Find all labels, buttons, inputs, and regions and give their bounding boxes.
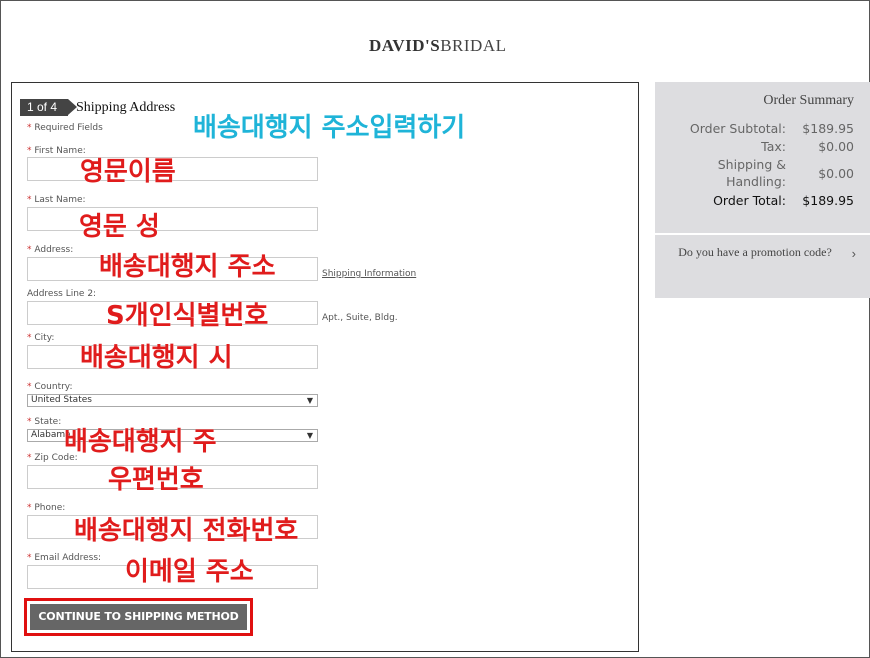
shipping-information-link[interactable]: Shipping Information bbox=[322, 269, 416, 279]
city-label-text: City: bbox=[34, 333, 55, 343]
shipping-label-line2: Handling: bbox=[726, 174, 786, 189]
annotation-address2: S개인식별번호 bbox=[106, 301, 269, 331]
order-summary-panel: Order Summary Order Subtotal: $189.95 Ta… bbox=[655, 82, 870, 298]
email-label-text: Email Address: bbox=[34, 553, 102, 563]
first-name-label-text: First Name: bbox=[34, 146, 86, 156]
required-note: * Required Fields bbox=[27, 123, 103, 133]
country-label: * Country: bbox=[27, 382, 73, 392]
annotation-title: 배송대행지 주소입력하기 bbox=[193, 113, 466, 143]
country-select[interactable]: United States ▼ bbox=[27, 394, 318, 407]
annotation-first-name: 영문이름 bbox=[80, 157, 176, 187]
order-summary-title: Order Summary bbox=[763, 93, 854, 108]
required-marker: * bbox=[27, 245, 32, 255]
continue-to-shipping-method-button[interactable]: CONTINUE TO SHIPPING METHOD bbox=[30, 604, 247, 630]
required-marker: * bbox=[27, 417, 32, 427]
annotation-zip: 우편번호 bbox=[108, 465, 204, 495]
last-name-label: * Last Name: bbox=[27, 195, 86, 205]
annotation-address: 배송대행지 주소 bbox=[99, 252, 276, 282]
annotation-state: 배송대행지 주 bbox=[64, 427, 217, 457]
cta-highlight-box: CONTINUE TO SHIPPING METHOD bbox=[24, 598, 253, 636]
state-label-text: State: bbox=[34, 417, 62, 427]
required-marker: * bbox=[27, 503, 32, 513]
required-marker: * bbox=[27, 123, 32, 133]
annotation-email: 이메일 주소 bbox=[125, 557, 254, 587]
shipping-label-line1: Shipping & bbox=[717, 157, 786, 172]
step-indicator: 1 of 4 bbox=[20, 99, 77, 116]
address-line2-hint: Apt., Suite, Bldg. bbox=[322, 313, 398, 323]
promo-code-link[interactable]: Do you have a promotion code? bbox=[675, 244, 835, 261]
last-name-label-text: Last Name: bbox=[34, 195, 86, 205]
summary-divider bbox=[655, 233, 870, 235]
annotation-city: 배송대행지 시 bbox=[80, 343, 233, 373]
shipping-value: $0.00 bbox=[818, 166, 854, 181]
required-marker: * bbox=[27, 195, 32, 205]
total-value: $189.95 bbox=[802, 193, 854, 208]
subtotal-label: Order Subtotal: bbox=[689, 121, 786, 136]
last-name-input[interactable] bbox=[27, 207, 318, 231]
required-marker: * bbox=[27, 553, 32, 563]
state-label: * State: bbox=[27, 417, 61, 427]
city-label: * City: bbox=[27, 333, 54, 343]
phone-label: * Phone: bbox=[27, 503, 65, 513]
annotation-last-name: 영문 성 bbox=[79, 212, 160, 242]
first-name-label: * First Name: bbox=[27, 146, 86, 156]
email-label: * Email Address: bbox=[27, 553, 101, 563]
required-marker: * bbox=[27, 453, 32, 463]
chevron-right-icon[interactable]: › bbox=[852, 246, 856, 261]
logo-light-text: BRIDAL bbox=[440, 36, 507, 55]
tax-label: Tax: bbox=[761, 139, 786, 154]
country-label-text: Country: bbox=[34, 382, 73, 392]
shipping-label: Shipping & Handling: bbox=[718, 156, 786, 190]
address-line2-label: Address Line 2: bbox=[27, 289, 97, 299]
annotation-phone: 배송대행지 전화번호 bbox=[74, 516, 299, 546]
required-note-text: Required Fields bbox=[34, 123, 103, 133]
required-marker: * bbox=[27, 146, 32, 156]
country-select-value: United States bbox=[31, 395, 92, 405]
dropdown-arrow-icon: ▼ bbox=[306, 396, 313, 405]
required-marker: * bbox=[27, 333, 32, 343]
total-label: Order Total: bbox=[713, 193, 786, 208]
logo-bold-text: DAVID'S bbox=[369, 36, 441, 55]
brand-logo[interactable]: DAVID'SBRIDAL bbox=[369, 36, 507, 56]
phone-label-text: Phone: bbox=[34, 503, 66, 513]
address-label: * Address: bbox=[27, 245, 73, 255]
dropdown-arrow-icon: ▼ bbox=[306, 431, 313, 440]
subtotal-value: $189.95 bbox=[802, 121, 854, 136]
required-marker: * bbox=[27, 382, 32, 392]
address-label-text: Address: bbox=[34, 245, 74, 255]
tax-value: $0.00 bbox=[818, 139, 854, 154]
step-title: Shipping Address bbox=[76, 100, 176, 115]
